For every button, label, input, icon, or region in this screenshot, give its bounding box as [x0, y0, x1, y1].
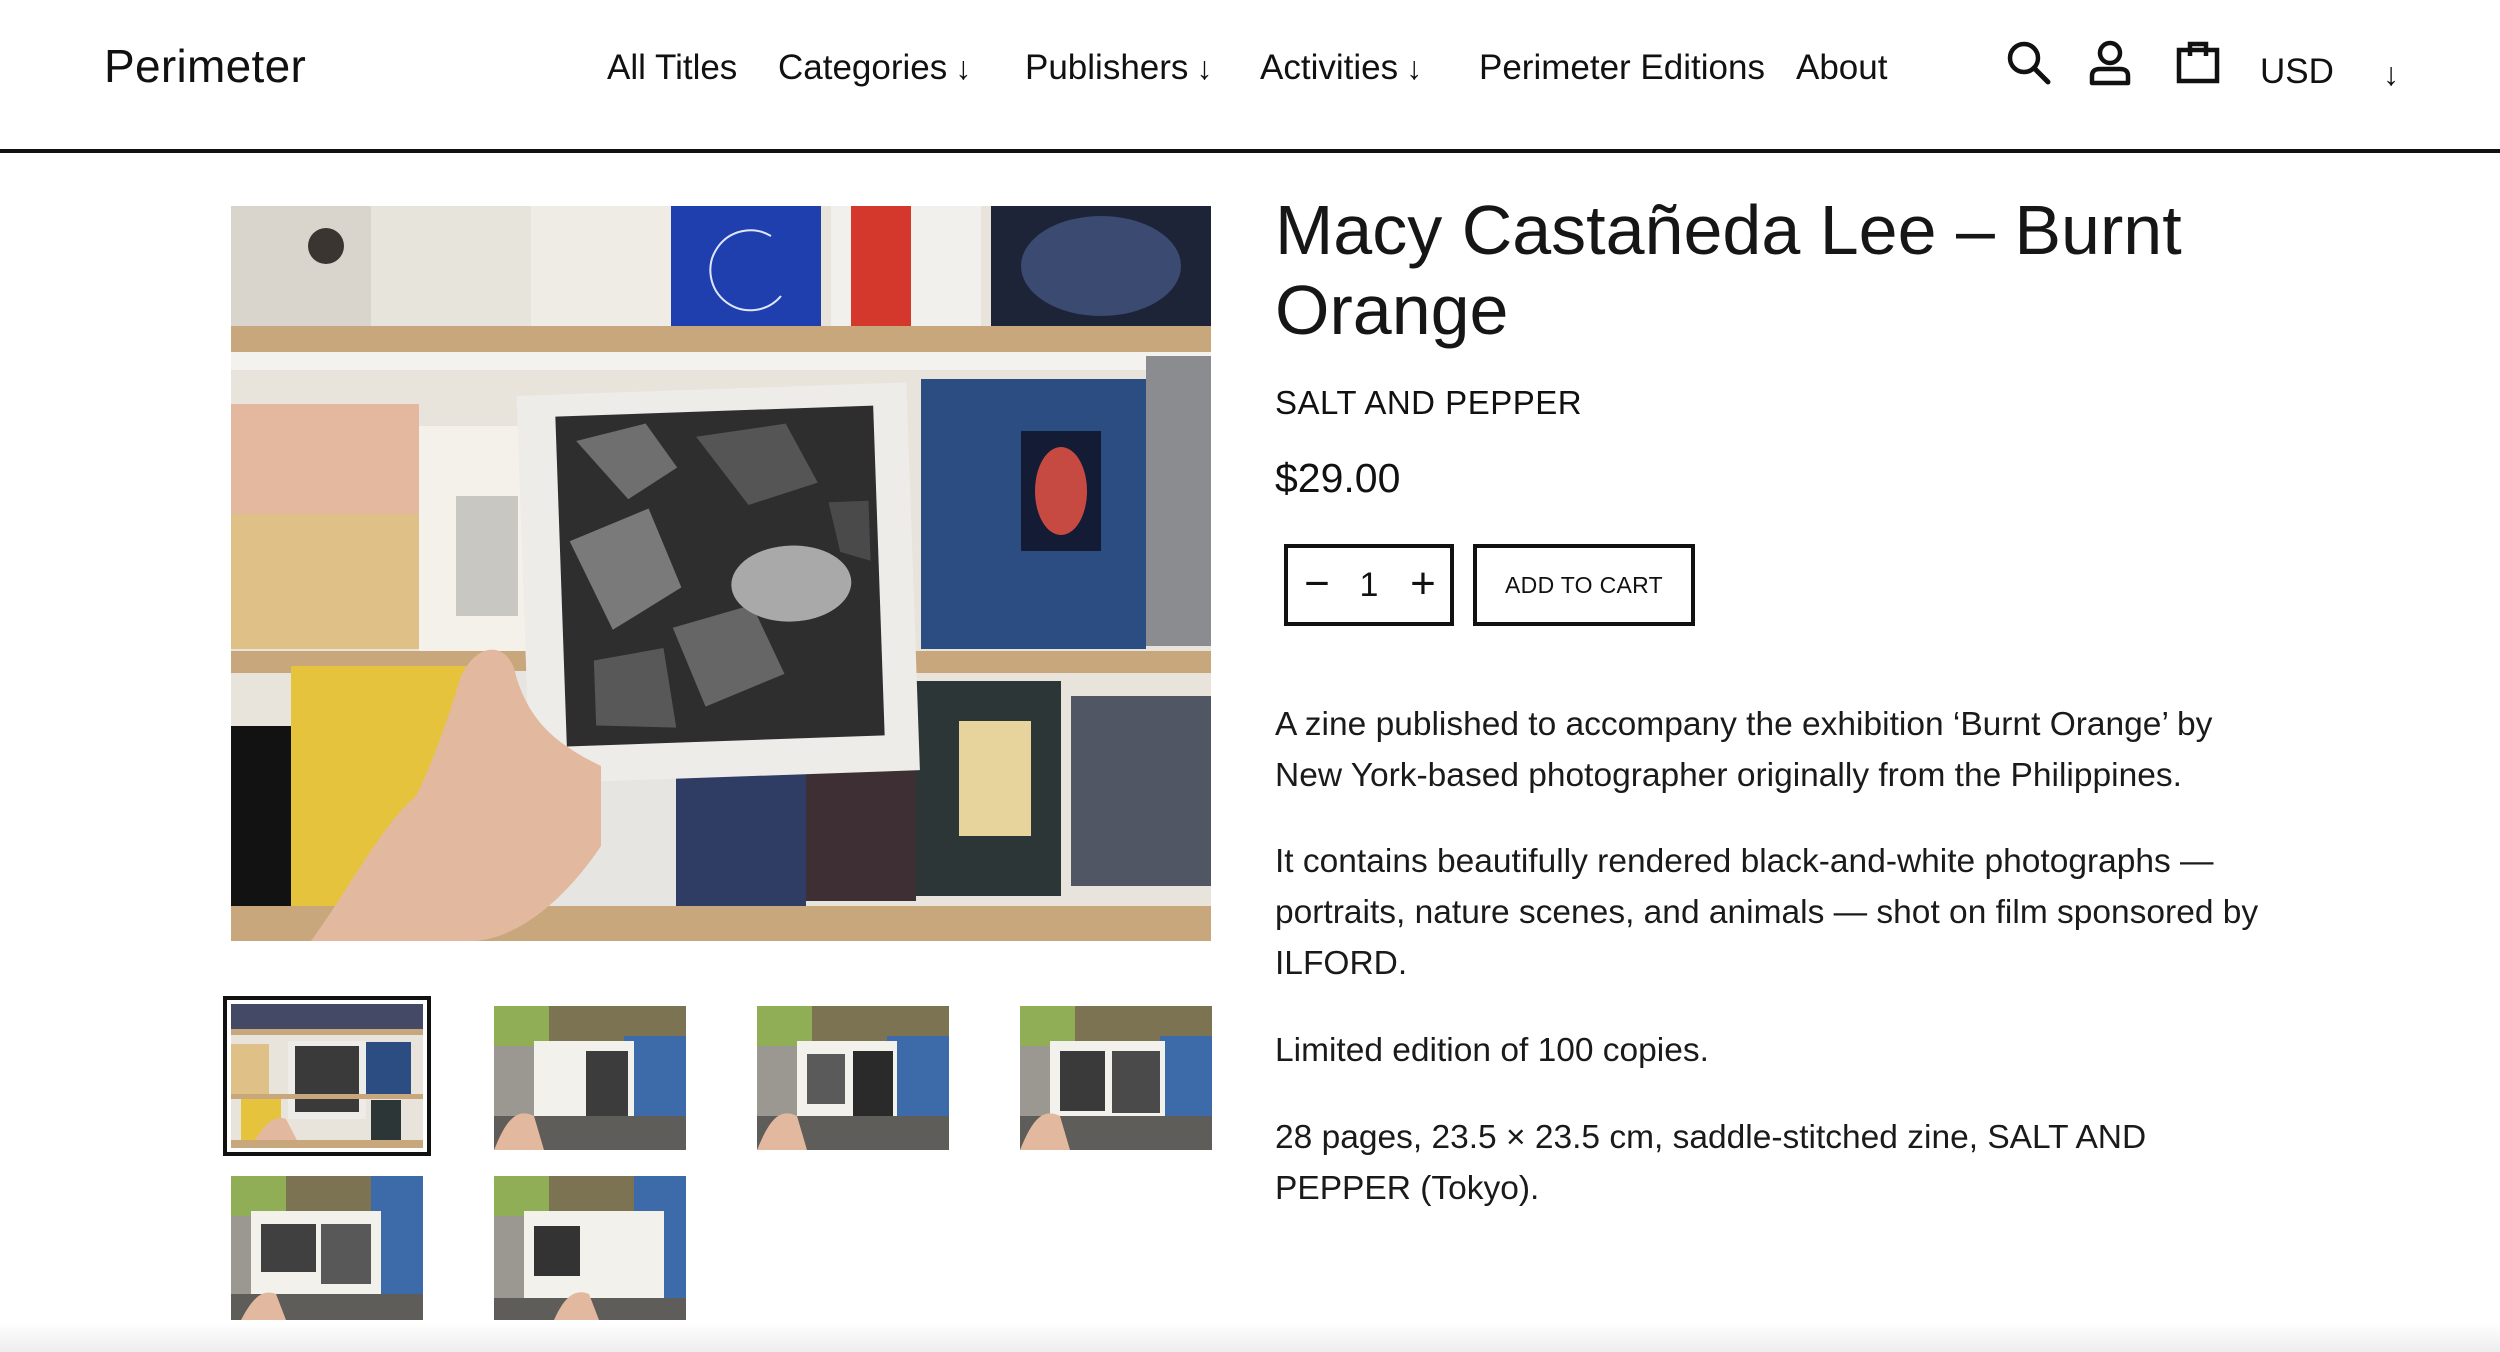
arrow-down-icon: ↓	[955, 50, 972, 86]
nav-all-titles[interactable]: All Titles	[607, 44, 737, 92]
nav-perimeter-editions[interactable]: Perimeter Editions	[1479, 44, 1765, 92]
thumbnail-5[interactable]	[231, 1176, 423, 1320]
product-main-image[interactable]	[231, 206, 1211, 941]
thumbnail-6[interactable]	[494, 1176, 686, 1320]
nav-label: Perimeter Editions	[1479, 48, 1765, 87]
thumb-image	[494, 1176, 686, 1320]
thumb-image	[231, 1176, 423, 1320]
nav-activities[interactable]: Activities ↓	[1260, 44, 1422, 92]
quantity-increase-button[interactable]: +	[1396, 556, 1450, 614]
site-header: Perimeter All Titles Categories ↓ Publish…	[0, 0, 2500, 153]
thumbnail-2[interactable]	[494, 1006, 686, 1150]
add-to-cart-button[interactable]: ADD TO CART	[1473, 544, 1695, 626]
description-paragraph: It contains beautifully rendered black-a…	[1275, 843, 2259, 982]
main-photo-illustration	[231, 206, 1211, 941]
nav-about[interactable]: About	[1796, 44, 1887, 92]
arrow-down-icon: ↓	[1196, 50, 1213, 86]
cart-icon[interactable]	[2176, 38, 2220, 84]
thumb-image	[494, 1006, 686, 1150]
nav-publishers[interactable]: Publishers ↓	[1025, 44, 1212, 92]
nav-label: All Titles	[607, 48, 738, 87]
arrow-down-icon: ↓	[1406, 50, 1423, 86]
nav-label: Categories	[778, 48, 948, 87]
thumb-image	[1020, 1006, 1212, 1150]
quantity-decrease-button[interactable]: −	[1290, 556, 1344, 614]
description-paragraph: 28 pages, 23.5 × 23.5 cm, saddle-stitche…	[1275, 1119, 2147, 1207]
nav-label: About	[1796, 48, 1888, 87]
nav-label: Activities	[1260, 48, 1399, 87]
site-logo[interactable]: Perimeter	[104, 38, 306, 94]
window-bottom-edge	[0, 1322, 2500, 1352]
nav-categories[interactable]: Categories ↓	[778, 44, 971, 92]
thumbnail-4[interactable]	[1020, 1006, 1212, 1150]
thumb-image	[231, 1004, 423, 1148]
product-vendor[interactable]: SALT AND PEPPER	[1275, 382, 1582, 424]
thumbnail-1[interactable]	[223, 996, 431, 1156]
description-paragraph: A zine published to accompany the exhibi…	[1275, 706, 2213, 794]
description-paragraph: Limited edition of 100 copies.	[1275, 1032, 1709, 1069]
account-icon[interactable]	[2089, 40, 2131, 86]
quantity-input[interactable]: 1	[1342, 556, 1396, 614]
product-title: Macy Castañeda Lee – Burnt Orange	[1275, 191, 2182, 349]
thumbnail-3[interactable]	[757, 1006, 949, 1150]
nav-label: Publishers	[1025, 48, 1189, 87]
quantity-stepper: − 1 +	[1284, 544, 1454, 626]
thumb-image	[757, 1006, 949, 1150]
chevron-down-icon[interactable]: ↓	[2383, 52, 2399, 96]
search-icon[interactable]	[2006, 40, 2052, 86]
currency-selector[interactable]: USD	[2260, 48, 2334, 96]
product-price: $29.00	[1275, 455, 1401, 501]
